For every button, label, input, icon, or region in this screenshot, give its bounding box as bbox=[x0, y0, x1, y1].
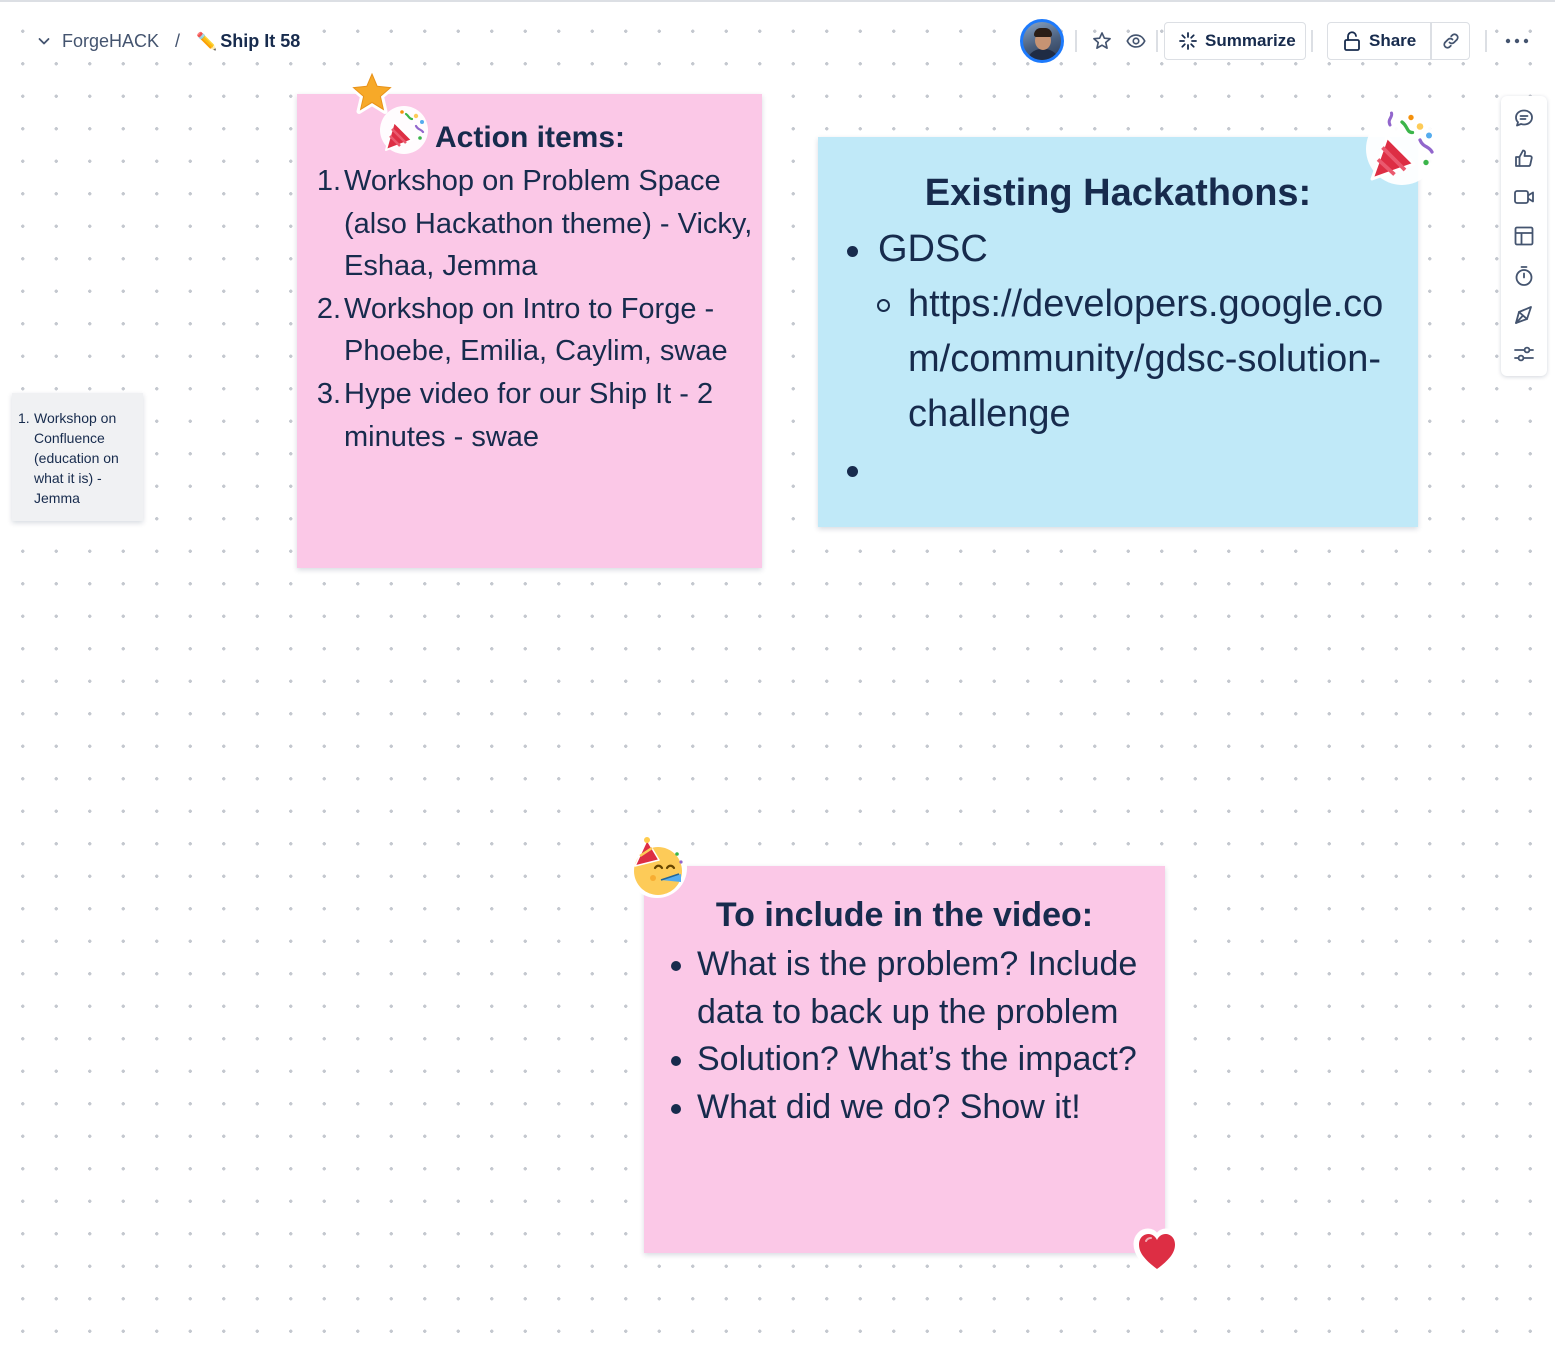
sticky-note-video[interactable]: To include in the video: What is the pro… bbox=[644, 866, 1165, 1253]
share-button[interactable]: Share bbox=[1328, 23, 1430, 59]
avatar[interactable] bbox=[1020, 19, 1064, 63]
numbered-list: 1. Workshop on Problem Space (also Hacka… bbox=[313, 160, 753, 458]
list-number: 2. bbox=[316, 292, 341, 325]
partying-face-sticker[interactable] bbox=[625, 834, 689, 905]
bullet-dot bbox=[847, 466, 858, 477]
list-item-text: Hype video for our Ship It - 2 minutes -… bbox=[344, 377, 714, 453]
bullet-list: What is the problem? Include data to bac… bbox=[644, 941, 1154, 1131]
share-label: Share bbox=[1369, 31, 1417, 50]
list-item: 1. Workshop on Confluence (education on … bbox=[18, 408, 139, 508]
list-item-text: Workshop on Intro to Forge - Phoebe, Emi… bbox=[344, 292, 728, 368]
breadcrumb-space-link[interactable]: ForgeHACK bbox=[62, 31, 159, 52]
bullet-dot bbox=[671, 1103, 681, 1114]
list-item-text: GDSC bbox=[878, 228, 988, 270]
list-item: 1. Workshop on Problem Space (also Hacka… bbox=[313, 160, 753, 288]
summarize-button[interactable]: Summarize bbox=[1164, 22, 1306, 60]
breadcrumb: ForgeHACK / ✏️ Ship It 58 bbox=[36, 28, 301, 54]
bullet-dot bbox=[847, 246, 858, 257]
list-item-text: Solution? What’s the impact? bbox=[697, 1040, 1137, 1079]
divider bbox=[1485, 30, 1487, 52]
list-number: 3. bbox=[316, 377, 341, 410]
list-item-text: What is the problem? Include data to bac… bbox=[697, 945, 1138, 1031]
note-title: To include in the video: bbox=[715, 896, 1094, 934]
template-icon[interactable] bbox=[1512, 224, 1536, 248]
pen-icon[interactable] bbox=[1512, 303, 1536, 327]
sticky-note-existing-hackathons[interactable]: Existing Hackathons: GDSC https://develo… bbox=[818, 137, 1418, 527]
summarize-label: Summarize bbox=[1205, 31, 1296, 50]
list-item-text: Workshop on Problem Space (also Hackatho… bbox=[344, 165, 753, 283]
sticky-note-confluence[interactable]: 1. Workshop on Confluence (education on … bbox=[12, 393, 143, 521]
share-button-group: Share bbox=[1327, 22, 1470, 60]
breadcrumb-separator: / bbox=[175, 30, 181, 51]
list-item: GDSC bbox=[818, 222, 1418, 277]
divider bbox=[1311, 30, 1313, 52]
list-item-text: https://developers.google.com/community/… bbox=[908, 283, 1384, 435]
divider bbox=[1156, 30, 1158, 52]
heart-sticker[interactable] bbox=[1133, 1227, 1181, 1282]
note-title: Action items: bbox=[435, 121, 626, 154]
party-popper-sticker[interactable] bbox=[1362, 110, 1442, 193]
comment-icon[interactable] bbox=[1512, 106, 1536, 130]
watch-eye-icon[interactable] bbox=[1122, 27, 1150, 55]
timer-icon[interactable] bbox=[1512, 264, 1536, 288]
bullet-list: GDSC https://developers.google.com/commu… bbox=[818, 222, 1418, 497]
bullet-dot bbox=[671, 1056, 681, 1067]
list-item: What did we do? Show it! bbox=[644, 1084, 1154, 1132]
list-item: 3. Hype video for our Ship It - 2 minute… bbox=[313, 373, 753, 458]
star-icon[interactable] bbox=[1088, 27, 1116, 55]
link-icon[interactable] bbox=[1432, 23, 1470, 59]
more-options-icon[interactable] bbox=[1502, 27, 1532, 55]
list-item: Solution? What’s the impact? bbox=[644, 1036, 1154, 1084]
top-border bbox=[0, 0, 1555, 2]
settings-sliders-icon[interactable] bbox=[1512, 342, 1536, 366]
thumbs-up-icon[interactable] bbox=[1512, 146, 1536, 170]
party-popper-sticker[interactable] bbox=[378, 104, 430, 161]
list-item: 2. Workshop on Intro to Forge - Phoebe, … bbox=[313, 288, 753, 373]
sparkle-icon bbox=[1178, 31, 1198, 51]
list-item-text: What did we do? Show it! bbox=[697, 1087, 1081, 1126]
chevron-down-icon[interactable] bbox=[36, 33, 52, 49]
breadcrumb-page-link[interactable]: ✏️ Ship It 58 bbox=[196, 31, 300, 52]
page-title: Ship It 58 bbox=[220, 30, 301, 51]
whiteboard-toolbar bbox=[1501, 96, 1547, 376]
sticky-note-action-items[interactable]: Action items: 1. Workshop on Problem Spa… bbox=[297, 94, 762, 568]
numbered-list: 1. Workshop on Confluence (education on … bbox=[18, 408, 139, 508]
note-title: Existing Hackathons: bbox=[924, 172, 1312, 214]
bullet-dot bbox=[671, 961, 681, 971]
list-item: What is the problem? Include data to bac… bbox=[644, 941, 1154, 1036]
list-item-text: Workshop on Confluence (education on wha… bbox=[34, 410, 119, 506]
unlock-icon bbox=[1343, 31, 1361, 51]
list-item bbox=[818, 442, 1418, 497]
video-icon[interactable] bbox=[1512, 185, 1536, 209]
divider bbox=[1075, 30, 1077, 52]
list-item-link[interactable]: https://developers.google.com/community/… bbox=[818, 277, 1398, 442]
list-number: 1. bbox=[316, 165, 341, 197]
pencil-icon: ✏️ bbox=[196, 31, 218, 51]
list-number: 1. bbox=[18, 410, 30, 426]
bullet-circle bbox=[877, 299, 890, 312]
